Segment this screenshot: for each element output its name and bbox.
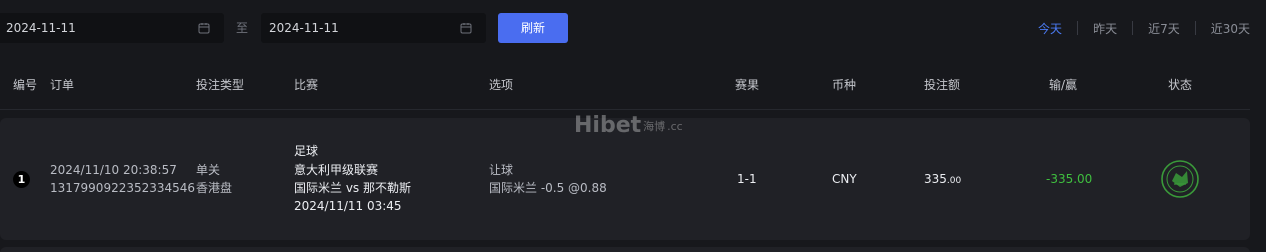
- tab-last-30-days[interactable]: 近30天: [1211, 20, 1250, 37]
- bet-amount-decimal: .00: [946, 176, 962, 186]
- tab-divider: [1194, 21, 1196, 35]
- win-loss-amount: -335.00: [1046, 172, 1093, 186]
- order-time: 2024/11/10 20:38:57: [50, 163, 177, 177]
- brand-watermark: Hibet 海博 .cc: [574, 113, 683, 138]
- filter-bar: 2024-11-11 至 2024-11-11 刷新 今天 昨天 近7天 近30…: [0, 13, 1266, 43]
- match-time: 2024/11/11 03:45: [294, 199, 402, 213]
- header-win-loss: 输/赢: [1049, 78, 1078, 92]
- start-date-value: 2024-11-11: [6, 21, 76, 35]
- match-league: 意大利甲级联赛: [294, 163, 379, 177]
- bet-amount: 335.00: [924, 170, 961, 190]
- match-teams: 国际米兰 vs 那不勒斯: [294, 181, 411, 195]
- header-index: 编号: [13, 78, 38, 92]
- calendar-icon[interactable]: [460, 22, 472, 34]
- watermark-suffix: .cc: [667, 120, 683, 133]
- header-bet-type: 投注类型: [196, 78, 245, 92]
- refresh-button[interactable]: 刷新: [498, 13, 568, 43]
- header-divider: [0, 109, 1250, 110]
- header-amount: 投注额: [924, 78, 961, 92]
- header-result: 赛果: [735, 78, 760, 92]
- odds-type: 香港盘: [196, 181, 233, 195]
- option-type: 让球: [489, 163, 514, 177]
- row-index-badge: 1: [13, 171, 30, 188]
- header-order: 订单: [50, 78, 75, 92]
- tab-yesterday[interactable]: 昨天: [1093, 20, 1117, 37]
- currency: CNY: [832, 172, 857, 186]
- tab-divider: [1077, 21, 1079, 35]
- table-header: 编号 订单 投注类型 比赛 选项 赛果 币种 投注额 输/赢 状态: [0, 74, 1266, 94]
- header-match: 比赛: [294, 78, 319, 92]
- order-id: 1317990922352334546: [50, 181, 196, 195]
- header-option: 选项: [489, 78, 514, 92]
- match-result: 1-1: [737, 172, 757, 186]
- option-detail: 国际米兰 -0.5 @0.88: [489, 181, 607, 195]
- quick-range-tabs: 今天 昨天 近7天 近30天: [1038, 13, 1250, 43]
- date-separator: 至: [236, 21, 249, 35]
- header-currency: 币种: [832, 78, 857, 92]
- end-date-input[interactable]: 2024-11-11: [261, 13, 486, 43]
- tab-today[interactable]: 今天: [1038, 20, 1062, 37]
- start-date-input[interactable]: 2024-11-11: [0, 13, 224, 43]
- match-sport: 足球: [294, 144, 319, 158]
- bet-amount-integer: 335: [924, 172, 947, 186]
- watermark-chinese: 海博: [643, 120, 666, 133]
- table-row-next[interactable]: [0, 247, 1250, 252]
- watermark-brand: Hibet: [574, 113, 642, 138]
- lost-stamp-icon: [1161, 160, 1199, 198]
- end-date-value: 2024-11-11: [269, 21, 339, 35]
- tab-last-7-days[interactable]: 近7天: [1148, 20, 1180, 37]
- calendar-icon[interactable]: [198, 22, 210, 34]
- header-status: 状态: [1168, 78, 1193, 92]
- tab-divider: [1132, 21, 1134, 35]
- bet-type: 单关: [196, 163, 221, 177]
